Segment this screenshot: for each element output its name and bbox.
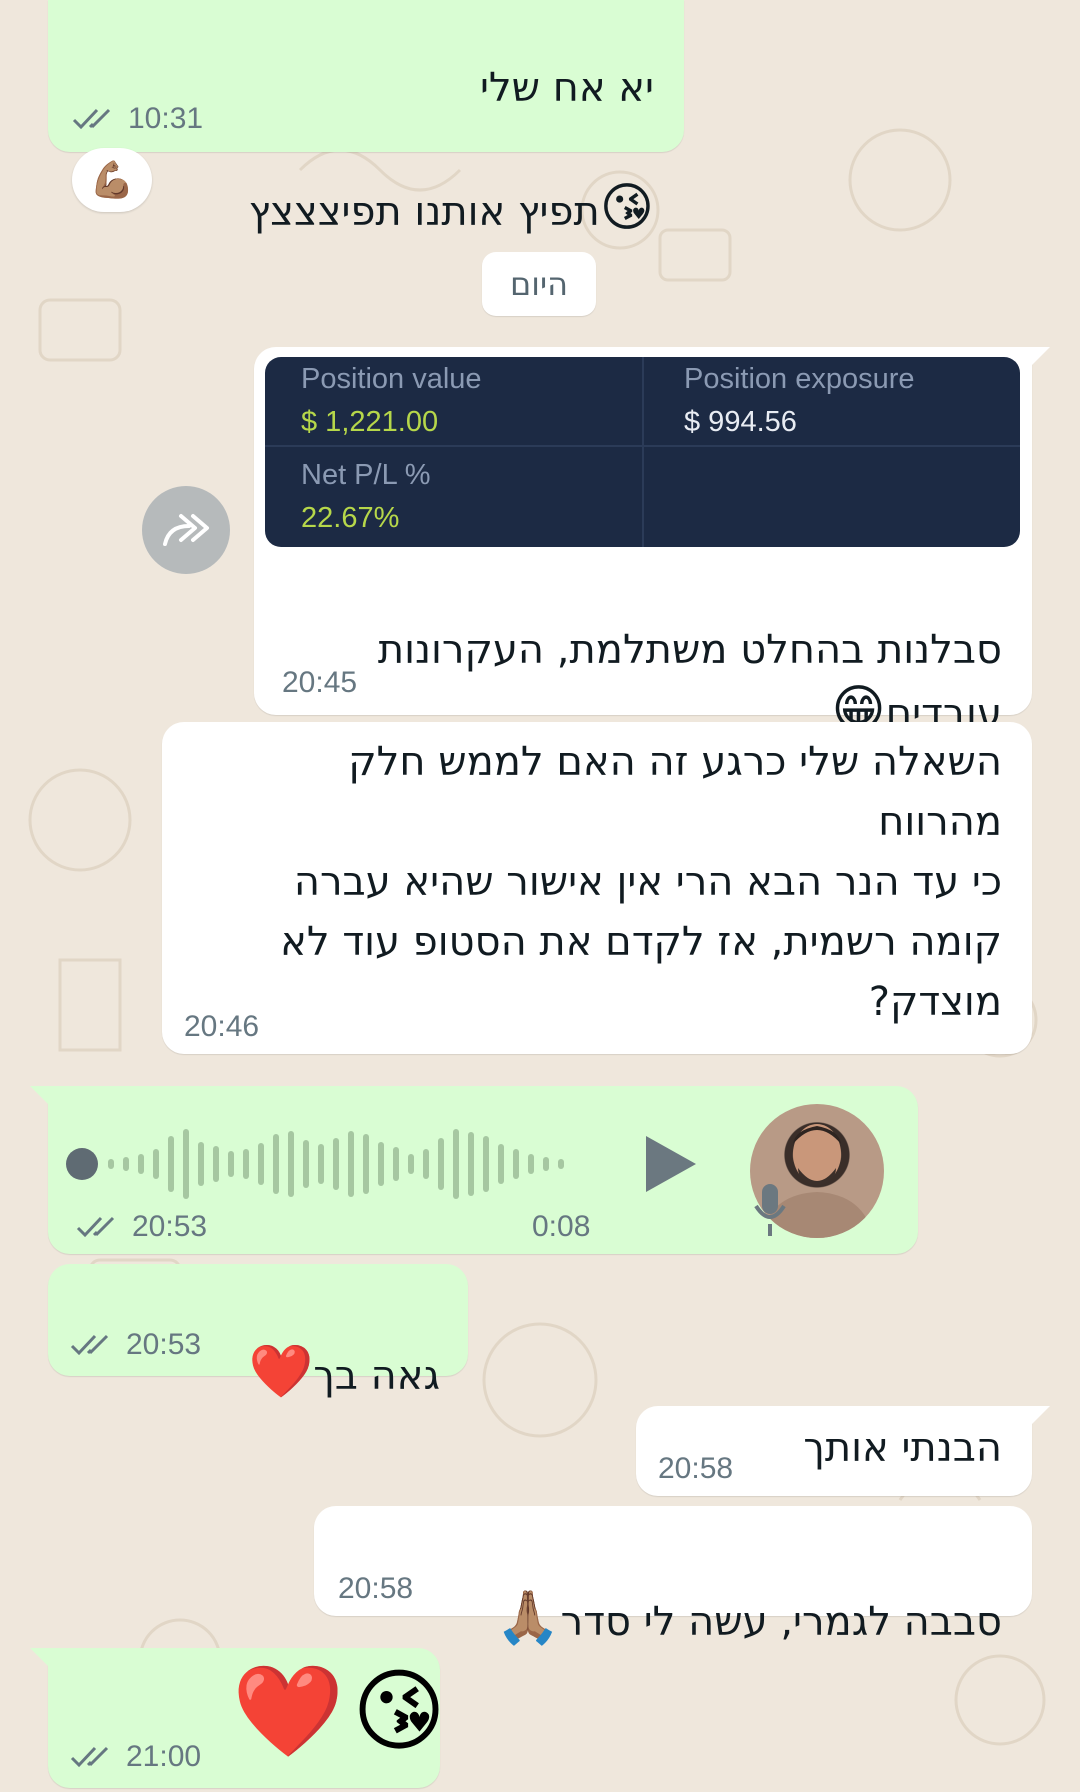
message-meta: 21:00 — [70, 1740, 201, 1774]
message-time: 20:58 — [338, 1572, 414, 1605]
message-meta: 10:31 — [72, 102, 203, 136]
message-text: גאה בך❤️ — [248, 1342, 440, 1402]
message-time: 20:46 — [184, 1010, 260, 1043]
bubble-tail — [30, 1648, 50, 1668]
message-meta: 20:45 — [282, 666, 357, 700]
voice-duration: 0:08 — [532, 1210, 591, 1243]
position-value: $ 1,221.00 — [301, 406, 439, 438]
message-meta: 20:58 — [338, 1572, 413, 1606]
play-icon — [646, 1136, 696, 1192]
message-text: סבבה לגמרי, עשה לי סדר🙏🏽 — [495, 1588, 1002, 1648]
position-exposure-label: Position exposure — [684, 363, 915, 395]
folded-hands-emoji: 🙏🏽 — [495, 1588, 561, 1648]
position-exposure: $ 994.56 — [684, 406, 797, 438]
waveform-bar — [528, 1154, 534, 1174]
waveform-bar — [558, 1159, 564, 1169]
message-text: סבלנות בהחלט משתלמת, העקרונות עובדים😁 — [377, 627, 1002, 740]
net-pl-label: Net P/L % — [301, 459, 431, 491]
play-button[interactable] — [640, 1132, 700, 1196]
waveform-bar — [228, 1151, 234, 1177]
waveform-bar — [243, 1149, 249, 1179]
net-pl-value: 22.67% — [301, 502, 400, 534]
waveform-bar — [423, 1149, 429, 1179]
waveform-bar — [123, 1157, 129, 1171]
message-time: 20:53 — [126, 1328, 202, 1361]
playback-scrubber[interactable] — [66, 1148, 98, 1180]
waveform-bar — [333, 1138, 339, 1190]
waveform-bar — [408, 1154, 414, 1174]
message-meta: 20:53 — [70, 1328, 201, 1362]
card-divider — [265, 445, 1020, 447]
waveform-bar — [483, 1136, 489, 1192]
forward-button[interactable] — [142, 486, 230, 574]
bubble-tail — [30, 1086, 50, 1106]
waveform-bar — [498, 1144, 504, 1184]
waveform-bar — [108, 1159, 114, 1169]
reaction-badge[interactable]: 💪🏽 — [72, 148, 152, 212]
emoji-message: ❤️ 😘 — [232, 1662, 446, 1762]
message-time: 20:58 — [658, 1452, 734, 1485]
read-ticks-icon — [72, 108, 111, 130]
waveform-bar — [543, 1157, 549, 1171]
message-bubble-outgoing[interactable]: יא אח שלי 😘תפיץ אותנו תפיצצצץ 10:31 — [48, 0, 684, 238]
waveform-bar — [288, 1131, 294, 1197]
message-time: 21:00 — [126, 1740, 202, 1773]
message-time: 20:53 — [132, 1210, 208, 1243]
message-meta: 20:46 — [184, 1010, 259, 1044]
read-ticks-icon — [70, 1334, 109, 1356]
waveform-bar — [168, 1136, 174, 1192]
waveform-bar — [183, 1129, 189, 1199]
position-card-image[interactable]: Position value $ 1,221.00 Position expos… — [265, 357, 1020, 547]
waveform-bar — [513, 1149, 519, 1179]
waveform-bar — [318, 1144, 324, 1184]
waveform-bar — [363, 1134, 369, 1194]
heart-emoji: ❤️ — [232, 1659, 345, 1764]
card-divider — [642, 357, 644, 547]
message-meta: 20:53 — [76, 1210, 207, 1244]
message-text: השאלה שלי כרגע זה האם לממש חלק מהרווח כי… — [280, 739, 1002, 1025]
waveform-bar — [138, 1154, 144, 1174]
read-ticks-icon — [76, 1216, 115, 1238]
waveform-bar — [303, 1140, 309, 1188]
mic-icon — [750, 1180, 790, 1244]
waveform-bar — [273, 1134, 279, 1194]
position-value-label: Position value — [301, 363, 482, 395]
waveform-bar — [378, 1142, 384, 1186]
voice-waveform[interactable] — [64, 1122, 594, 1206]
heart-emoji: ❤️ — [248, 1342, 314, 1402]
waveform-bar — [453, 1129, 459, 1199]
bubble-tail — [1030, 347, 1050, 367]
message-time: 20:45 — [282, 666, 358, 699]
waveform-bar — [258, 1143, 264, 1185]
date-separator: היום — [482, 252, 596, 316]
waveform-bar — [393, 1147, 399, 1181]
waveform-bar — [213, 1146, 219, 1182]
forward-icon — [163, 514, 209, 546]
waveform-bar — [438, 1138, 444, 1190]
message-text: הבנתי אותך — [803, 1425, 1002, 1471]
bubble-tail — [1030, 1406, 1050, 1426]
kiss-emoji: 😘 — [352, 1659, 446, 1764]
waveform-bar — [198, 1142, 204, 1186]
message-meta: 20:58 — [658, 1452, 733, 1486]
waveform-bar — [468, 1132, 474, 1196]
message-time: 10:31 — [128, 102, 204, 135]
waveform-bar — [348, 1131, 354, 1197]
read-ticks-icon — [70, 1746, 109, 1768]
waveform-bar — [153, 1149, 159, 1179]
flexed-biceps-emoji: 💪🏽 — [89, 160, 135, 201]
kiss-emoji: 😘 — [599, 178, 654, 238]
